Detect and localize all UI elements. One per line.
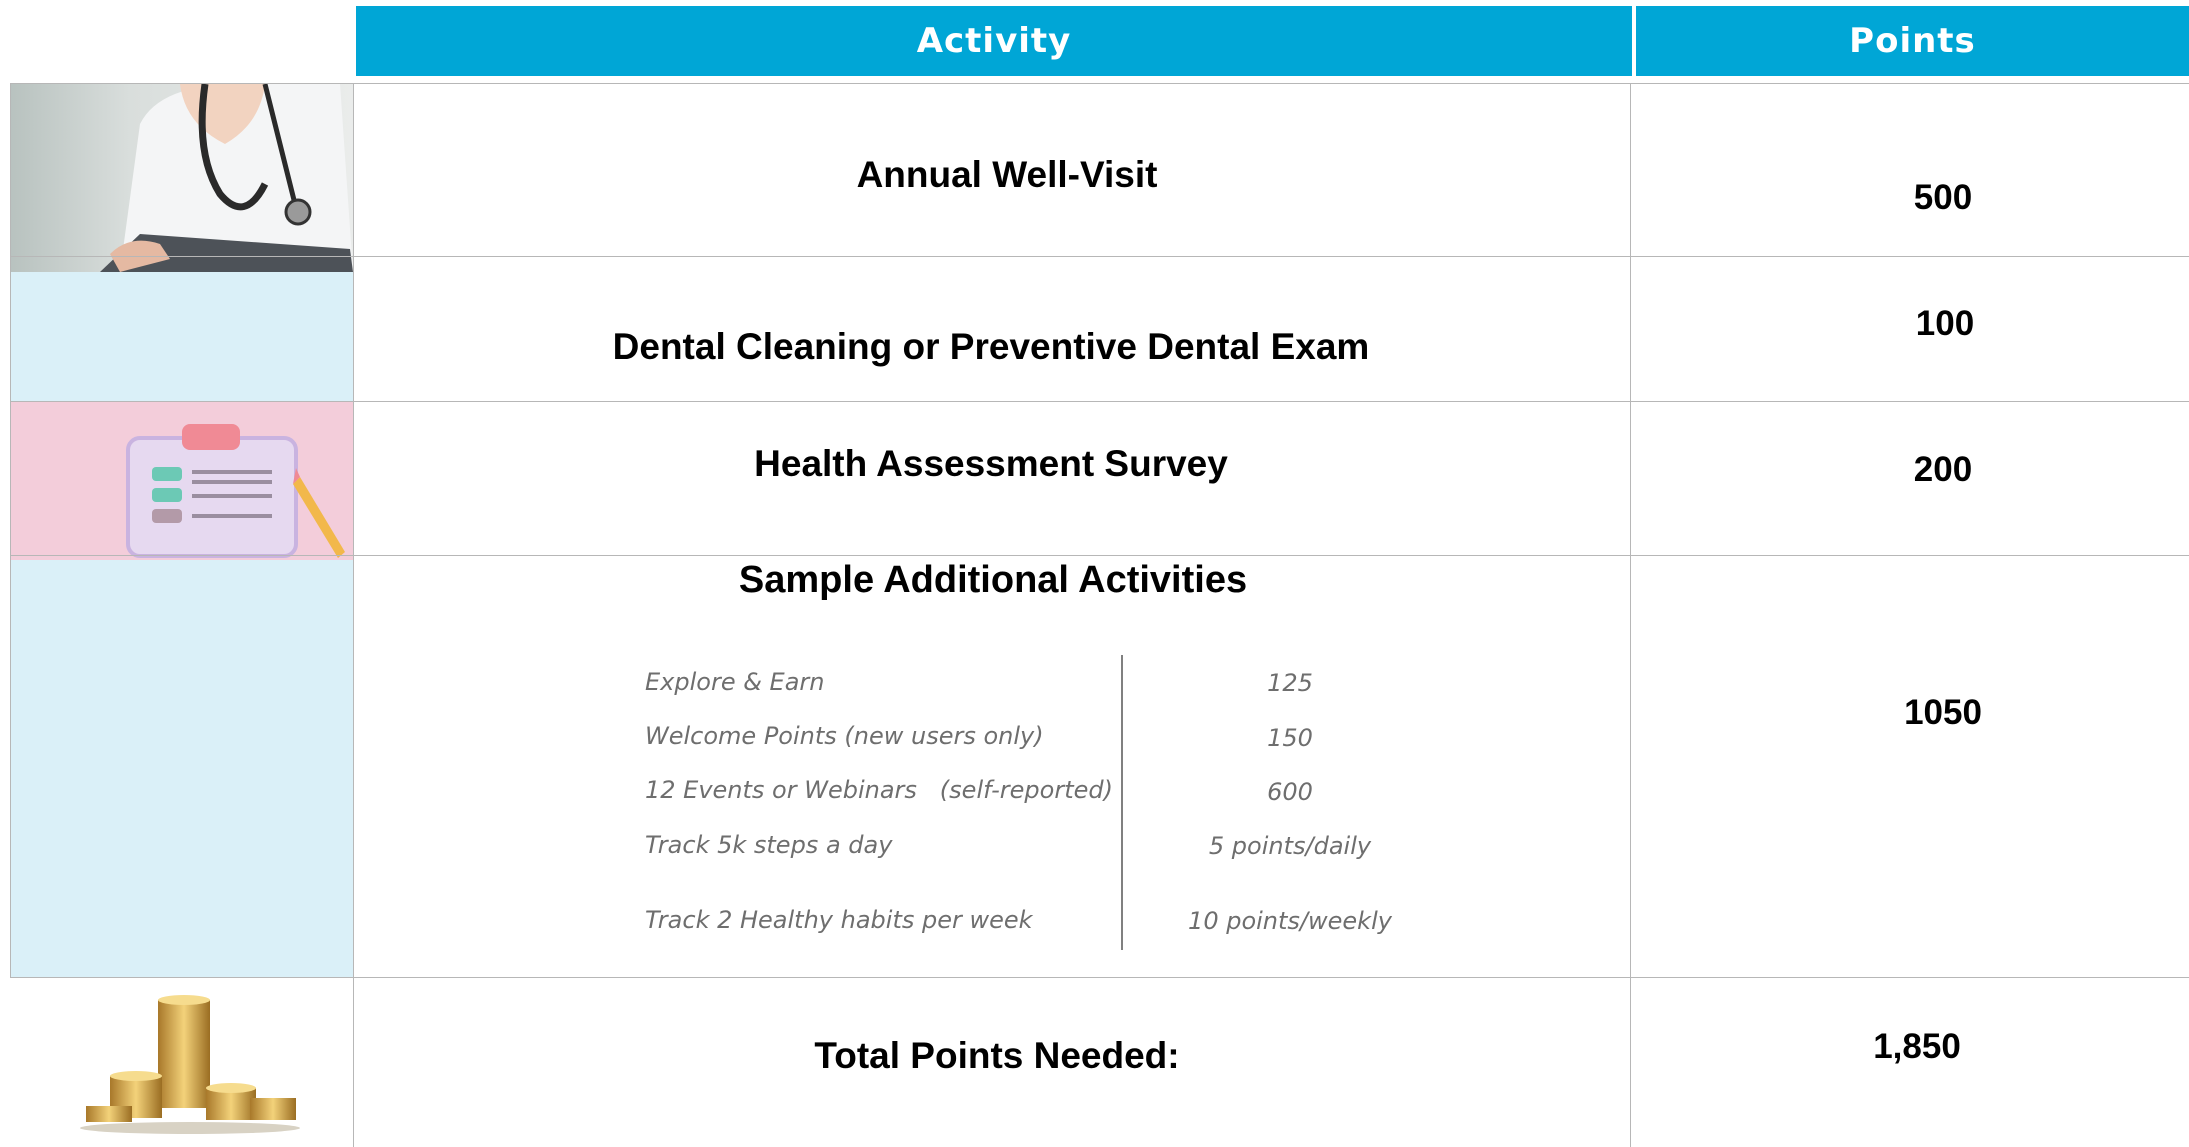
activity-total-points: Total Points Needed: <box>814 1035 1180 1076</box>
header-points-label: Points <box>1849 21 1976 61</box>
dental-cell-bg <box>10 272 353 402</box>
doctor-photo <box>10 84 353 272</box>
additional-item-name: Track 2 Healthy habits per week <box>645 906 1033 934</box>
additional-item-value: 5 points/daily <box>1208 832 1372 860</box>
activity-dental-cleaning: Dental Cleaning or Preventive Dental Exa… <box>612 326 1370 367</box>
additional-cell-bg <box>10 560 353 978</box>
row-divider <box>10 83 2189 84</box>
additional-divider <box>1121 655 1123 950</box>
row-divider <box>10 256 2189 257</box>
clipboard-icon <box>10 402 353 560</box>
coins-illustration <box>80 995 300 1134</box>
additional-item-value: 600 <box>1267 778 1313 806</box>
row-divider <box>10 401 2189 402</box>
additional-item-value: 10 points/weekly <box>1188 907 1392 935</box>
activity-health-assessment: Health Assessment Survey <box>754 443 1228 484</box>
points-total: 1,850 <box>1873 1027 1961 1066</box>
doctor-illustration <box>10 84 353 272</box>
row-divider <box>10 555 2189 556</box>
additional-item-name: 12 Events or Webinars (self-reported) <box>645 776 1113 804</box>
additional-item-name: Explore & Earn <box>645 668 825 696</box>
points-annual-well-visit: 500 <box>1913 178 1973 217</box>
activity-sample-additional: Sample Additional Activities <box>738 559 1248 601</box>
column-divider <box>10 84 11 977</box>
header-activity-label: Activity <box>916 21 1072 61</box>
header-points: Points <box>1636 6 2189 76</box>
column-divider <box>1630 84 1631 1147</box>
additional-item-name: Welcome Points (new users only) <box>645 722 1044 750</box>
coins-icon <box>10 978 353 1147</box>
points-sample-additional: 1050 <box>1904 693 1982 732</box>
points-health-assessment: 200 <box>1913 450 1973 489</box>
additional-item-value: 125 <box>1267 669 1313 697</box>
additional-item-name: Track 5k steps a day <box>645 831 893 859</box>
row-divider <box>10 977 2189 978</box>
activity-annual-well-visit: Annual Well-Visit <box>856 154 1158 195</box>
column-divider <box>353 84 354 1147</box>
header-activity: Activity <box>356 6 1632 76</box>
clipboard-illustration <box>126 424 345 558</box>
additional-item-value: 150 <box>1267 724 1313 752</box>
points-dental-cleaning: 100 <box>1915 304 1975 343</box>
